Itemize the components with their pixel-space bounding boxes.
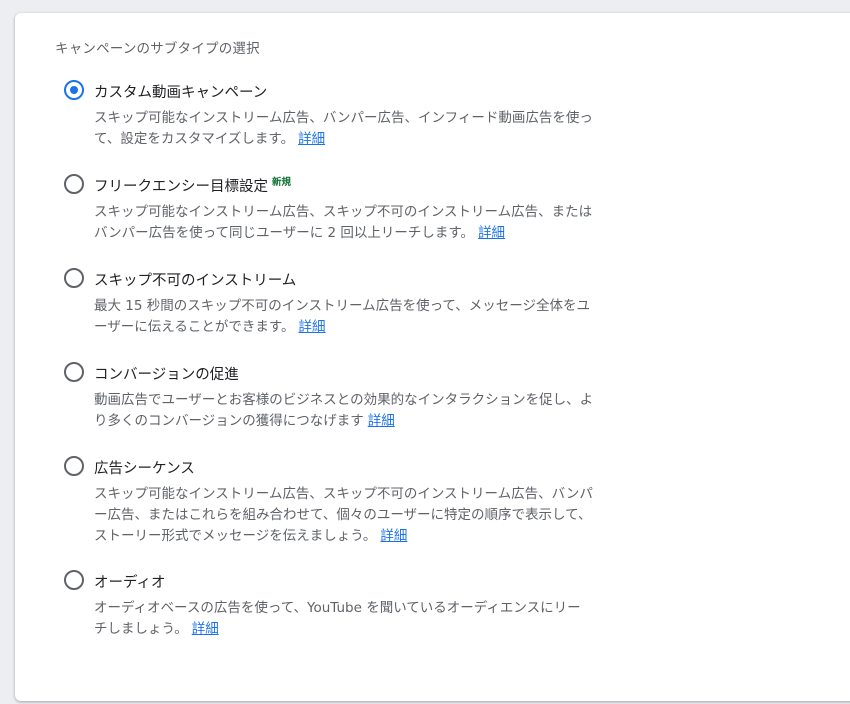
- details-link[interactable]: 詳細: [478, 225, 505, 241]
- option-description-text: スキップ可能なインストリーム広告、スキップ不可のインストリーム広告、またはバンパ…: [94, 203, 593, 241]
- details-link[interactable]: 詳細: [192, 621, 219, 637]
- option-title-text: コンバージョンの促進: [94, 366, 239, 383]
- option-title-text: フリークエンシー目標設定: [94, 178, 268, 195]
- option-drive-conversions[interactable]: コンバージョンの促進 動画広告でユーザーとお客様のビジネスとの効果的なインタラク…: [64, 361, 604, 455]
- radio-frequency-goal[interactable]: [64, 174, 84, 194]
- option-description: スキップ可能なインストリーム広告、スキップ不可のインストリーム広告、またはバンパ…: [94, 202, 594, 244]
- option-description: オーディオベースの広告を使って、YouTube を聞いているオーディエンスにリー…: [94, 598, 594, 640]
- option-description: スキップ可能なインストリーム広告、スキップ不可のインストリーム広告、バンパー広告…: [94, 484, 594, 547]
- campaign-subtype-card: キャンペーンのサブタイプの選択 カスタム動画キャンペーン スキップ可能なインスト…: [15, 13, 850, 701]
- details-link[interactable]: 詳細: [368, 413, 395, 429]
- option-frequency-goal[interactable]: フリークエンシー目標設定 新規 スキップ可能なインストリーム広告、スキップ不可のイ…: [64, 173, 604, 267]
- option-audio[interactable]: オーディオ オーディオベースの広告を使って、YouTube を聞いているオーディ…: [64, 569, 604, 663]
- radio-drive-conversions[interactable]: [64, 362, 84, 382]
- option-title-text: スキップ不可のインストリーム: [94, 272, 297, 289]
- option-non-skippable[interactable]: スキップ不可のインストリーム 最大 15 秒間のスキップ不可のインストリーム広告…: [64, 267, 604, 361]
- option-title-text: カスタム動画キャンペーン: [94, 84, 268, 101]
- radio-ad-sequence[interactable]: [64, 456, 84, 476]
- option-ad-sequence[interactable]: 広告シーケンス スキップ可能なインストリーム広告、スキップ不可のインストリーム広…: [64, 455, 604, 569]
- option-description-text: 動画広告でユーザーとお客様のビジネスとの効果的なインタラクションを促し、より多く…: [94, 391, 594, 429]
- radio-non-skippable[interactable]: [64, 268, 84, 288]
- option-description-text: スキップ可能なインストリーム広告、バンパー広告、インフィード動画広告を使って、設…: [94, 109, 593, 147]
- option-custom-video[interactable]: カスタム動画キャンペーン スキップ可能なインストリーム広告、バンパー広告、インフ…: [64, 79, 604, 173]
- option-title[interactable]: フリークエンシー目標設定 新規: [94, 173, 594, 197]
- option-description: 動画広告でユーザーとお客様のビジネスとの効果的なインタラクションを促し、より多く…: [94, 390, 594, 432]
- radio-audio[interactable]: [64, 570, 84, 590]
- radio-custom-video[interactable]: [64, 80, 84, 100]
- option-description: 最大 15 秒間のスキップ不可のインストリーム広告を使って、メッセージ全体をユー…: [94, 296, 594, 338]
- details-link[interactable]: 詳細: [298, 131, 325, 147]
- option-title-text: 広告シーケンス: [94, 460, 195, 477]
- option-title[interactable]: オーディオ: [94, 569, 594, 593]
- option-description: スキップ可能なインストリーム広告、バンパー広告、インフィード動画広告を使って、設…: [94, 108, 594, 150]
- option-description-text: 最大 15 秒間のスキップ不可のインストリーム広告を使って、メッセージ全体をユー…: [94, 297, 590, 335]
- option-description-text: スキップ可能なインストリーム広告、スキップ不可のインストリーム広告、バンパー広告…: [94, 485, 593, 544]
- option-title[interactable]: カスタム動画キャンペーン: [94, 79, 594, 103]
- section-title: キャンペーンのサブタイプの選択: [55, 41, 260, 57]
- details-link[interactable]: 詳細: [298, 319, 325, 335]
- option-description-text: オーディオベースの広告を使って、YouTube を聞いているオーディエンスにリー…: [94, 599, 581, 637]
- option-title[interactable]: スキップ不可のインストリーム: [94, 267, 594, 291]
- subtype-radio-group: カスタム動画キャンペーン スキップ可能なインストリーム広告、バンパー広告、インフ…: [64, 79, 604, 663]
- option-title[interactable]: コンバージョンの促進: [94, 361, 594, 385]
- option-title-text: オーディオ: [94, 574, 166, 591]
- option-title[interactable]: 広告シーケンス: [94, 455, 594, 479]
- details-link[interactable]: 詳細: [380, 528, 407, 544]
- new-badge: 新規: [272, 177, 292, 188]
